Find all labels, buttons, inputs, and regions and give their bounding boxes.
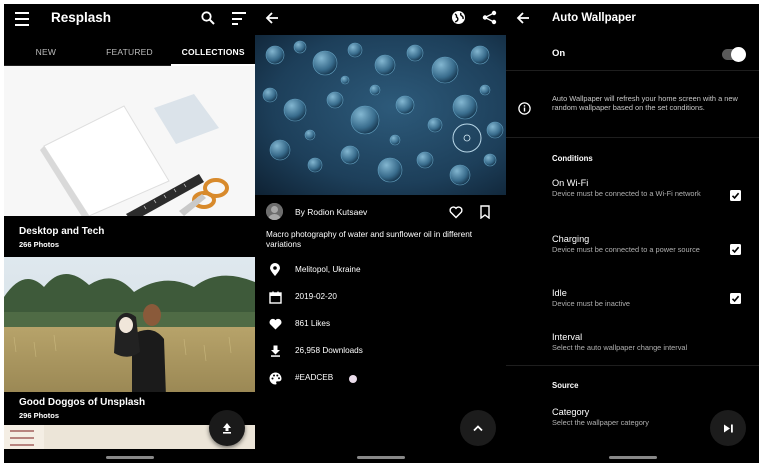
app-title: Resplash [51,10,112,25]
collection-card[interactable]: Good Doggos of Unsplash 296 Photos [4,257,255,425]
collection-title: Good Doggos of Unsplash [19,397,146,408]
color-swatch [349,375,357,383]
idle-checkbox[interactable] [730,293,741,304]
gesture-bar [105,456,154,459]
avatar[interactable] [266,203,283,220]
pref-title: Category [552,407,590,417]
charging-checkbox[interactable] [730,244,741,255]
next-wallpaper-button[interactable] [710,410,746,446]
collection-photo-count: 266 Photos [19,240,60,249]
date-text: 2019-02-20 [295,292,337,301]
app-bar: Resplash [4,4,255,34]
tab-collections[interactable]: COLLECTIONS [171,38,255,66]
master-toggle-row[interactable]: On [506,37,759,71]
likes-text: 861 Likes [295,319,331,328]
location-pin-icon [268,263,282,277]
date-row: 2019-02-20 [255,287,506,307]
skip-next-icon [723,424,733,432]
tab-featured[interactable]: FEATURED [88,38,172,65]
author-row: By Rodion Kutsaev [255,199,506,225]
switch-knob [731,47,746,62]
pref-title: Idle [552,288,567,298]
info-block: Auto Wallpaper will refresh your home sc… [506,72,759,138]
interval-setting[interactable]: Interval Select the auto wallpaper chang… [552,332,742,353]
auto-wallpaper-switch[interactable] [722,47,746,62]
photo-image[interactable] [255,35,506,195]
pref-title: Charging [552,234,590,244]
share-icon[interactable] [482,10,497,25]
globe-icon[interactable] [451,10,466,25]
heart-filled-icon [268,317,282,331]
downloads-row: 26,958 Downloads [255,341,506,361]
collection-card[interactable]: Desktop and Tech 266 Photos [4,66,255,254]
location-row[interactable]: Melitopol, Ukraine [255,260,506,280]
pref-subtitle: Device must be connected to a power sour… [552,245,700,254]
pref-subtitle: Select the wallpaper category [552,418,649,427]
sort-icon[interactable] [232,12,246,25]
gesture-bar [356,456,405,459]
chevron-up-icon [473,425,483,432]
pref-subtitle: Device must be inactive [552,299,631,308]
gesture-bar [608,456,657,459]
conditions-header: Conditions [552,154,593,163]
info-text: Auto Wallpaper will refresh your home sc… [552,94,738,112]
collection-caption: Good Doggos of Unsplash 296 Photos [19,397,145,420]
photo-description: Macro photography of water and sunflower… [266,230,473,249]
condition-idle[interactable]: Idle Device must be inactive [552,288,722,309]
auto-wallpaper-screen: Auto Wallpaper On Auto Wallpaper will re… [506,4,759,463]
author-name[interactable]: By Rodion Kutsaev [295,207,367,217]
back-icon[interactable] [265,11,279,25]
location-text: Melitopol, Ukraine [295,265,361,274]
menu-icon[interactable] [14,12,30,26]
pref-subtitle: Device must be connected to a Wi-Fi netw… [552,189,701,198]
source-header: Source [552,381,579,390]
upload-icon [223,423,231,434]
color-row: #EADCEB [255,368,506,388]
color-hex: #EADCEB [295,373,334,382]
scroll-up-button[interactable] [460,410,496,446]
toggle-label: On [552,48,566,59]
collection-photo-count: 296 Photos [19,411,60,420]
palette-icon [268,371,282,385]
collection-caption: Desktop and Tech 266 Photos [19,226,104,249]
downloads-text: 26,958 Downloads [295,346,363,355]
condition-wifi[interactable]: On Wi-Fi Device must be connected to a W… [552,178,722,199]
bookmark-icon[interactable] [479,205,491,219]
pref-title: On Wi-Fi [552,178,589,188]
heart-icon[interactable] [449,205,463,219]
page-title: Auto Wallpaper [552,12,636,24]
photo-detail-screen: By Rodion Kutsaev Macro photography of w… [255,4,506,463]
download-icon [268,344,282,358]
divider [506,365,759,366]
pref-title: Interval [552,332,583,342]
collection-title: Desktop and Tech [19,226,105,237]
calendar-icon [268,290,282,304]
collections-screen: Resplash NEW FEATURED COLLECTIONS Deskto… [4,4,255,463]
search-icon[interactable] [201,11,215,25]
info-icon [518,102,531,115]
pref-subtitle: Select the auto wallpaper change interva… [552,343,688,352]
condition-charging[interactable]: Charging Device must be connected to a p… [552,234,722,255]
tab-bar: NEW FEATURED COLLECTIONS [4,38,255,66]
likes-row: 861 Likes [255,314,506,334]
wifi-checkbox[interactable] [730,190,741,201]
tab-new[interactable]: NEW [4,38,88,65]
category-setting[interactable]: Category Select the wallpaper category [552,407,722,428]
back-icon[interactable] [516,11,530,25]
upload-button[interactable] [209,410,245,446]
